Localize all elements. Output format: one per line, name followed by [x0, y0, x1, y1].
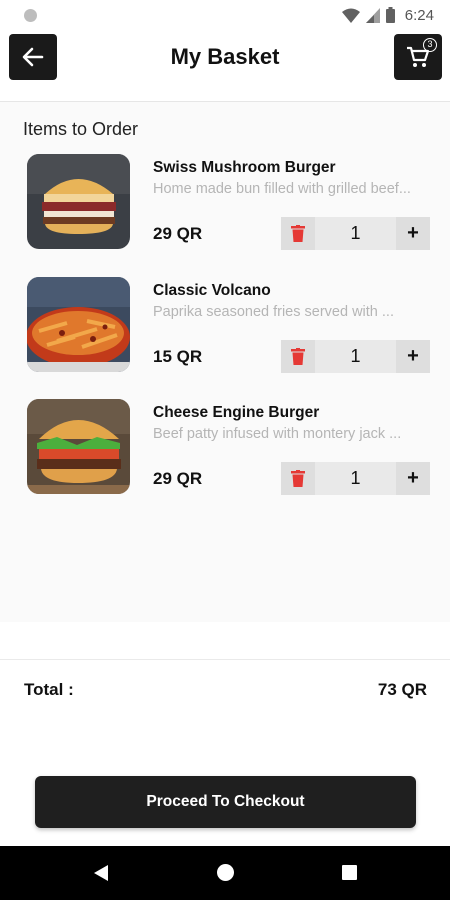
- page-title: My Basket: [170, 44, 280, 69]
- burger-photo-icon: [27, 154, 130, 249]
- nav-back-icon[interactable]: [94, 865, 108, 881]
- item-price: 29 QR: [153, 469, 203, 488]
- status-bar: 6:24: [0, 0, 450, 30]
- item-image: [27, 154, 130, 249]
- trash-icon: [291, 225, 305, 242]
- item-image: [27, 277, 130, 372]
- notification-dot-icon: [24, 9, 37, 22]
- battery-icon: [385, 7, 395, 23]
- trash-icon: [291, 348, 305, 365]
- basket-content: Items to Order Swiss Mushroom Burger Hom…: [0, 102, 450, 622]
- total-divider: [0, 659, 450, 660]
- delete-item-button[interactable]: [281, 217, 315, 250]
- delete-item-button[interactable]: [281, 340, 315, 373]
- quantity-value: 1: [350, 468, 361, 488]
- item-price: 15 QR: [153, 347, 203, 366]
- item-image: [27, 399, 130, 494]
- total-label: Total :: [24, 680, 74, 699]
- increase-quantity-button[interactable]: +: [396, 340, 430, 373]
- burger-photo-icon: [27, 399, 130, 494]
- item-name: Swiss Mushroom Burger: [153, 159, 336, 176]
- quantity-value: 1: [350, 346, 361, 366]
- proceed-to-checkout-button[interactable]: Proceed To Checkout: [35, 776, 416, 828]
- increase-quantity-button[interactable]: +: [396, 217, 430, 250]
- quantity-stepper: 1 +: [281, 462, 430, 495]
- item-description: Home made bun filled with grilled beef..…: [153, 181, 411, 197]
- status-icons: 6:24: [341, 6, 434, 24]
- item-name: Cheese Engine Burger: [153, 404, 320, 421]
- nav-recents-icon[interactable]: [342, 865, 357, 880]
- fries-photo-icon: [27, 277, 130, 372]
- signal-icon: [365, 7, 380, 23]
- status-time: 6:24: [404, 6, 434, 24]
- app-header: My Basket 3: [0, 30, 450, 102]
- total-value: 73 QR: [377, 680, 427, 699]
- basket-item: Classic Volcano Paprika seasoned fries s…: [0, 277, 450, 377]
- basket-item: Swiss Mushroom Burger Home made bun fill…: [0, 154, 450, 254]
- basket-item: Cheese Engine Burger Beef patty infused …: [0, 399, 450, 499]
- nav-home-icon[interactable]: [217, 864, 234, 881]
- item-description: Beef patty infused with montery jack ...: [153, 426, 402, 442]
- delete-item-button[interactable]: [281, 462, 315, 495]
- item-price: 29 QR: [153, 224, 203, 243]
- trash-icon: [291, 470, 305, 487]
- quantity-stepper: 1 +: [281, 217, 430, 250]
- item-name: Classic Volcano: [153, 282, 271, 299]
- wifi-icon: [341, 8, 360, 23]
- section-title: Items to Order: [23, 119, 139, 139]
- quantity-value: 1: [350, 223, 361, 243]
- cart-button[interactable]: 3: [394, 34, 442, 80]
- item-description: Paprika seasoned fries served with ...: [153, 304, 394, 320]
- cart-count-badge: 3: [423, 38, 437, 52]
- quantity-stepper: 1 +: [281, 340, 430, 373]
- system-navigation-bar: [0, 846, 450, 900]
- increase-quantity-button[interactable]: +: [396, 462, 430, 495]
